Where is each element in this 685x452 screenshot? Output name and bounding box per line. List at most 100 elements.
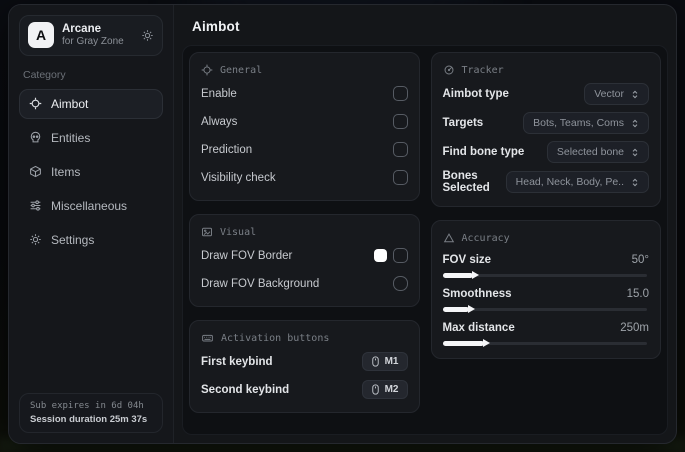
mouse-icon: [371, 356, 380, 367]
setting-label: Bones Selected: [442, 170, 490, 194]
keyboard-icon: [201, 332, 214, 344]
sidebar-item-items[interactable]: Items: [19, 157, 163, 187]
setting-label: Always: [201, 115, 238, 128]
sidebar-item-settings[interactable]: Settings: [19, 225, 163, 255]
main-header: Aimbot: [174, 5, 676, 45]
page-title: Aimbot: [192, 19, 240, 34]
sliders-icon: [29, 199, 42, 212]
setting-label: First keybind: [201, 355, 273, 368]
slider-header: FOV size 50°: [443, 254, 650, 266]
enable-checkbox[interactable]: [392, 86, 408, 101]
setting-label: Smoothness: [442, 288, 512, 300]
setting-label: Visibility check: [201, 171, 276, 184]
chevron-up-down-icon: [631, 147, 639, 158]
slider-header: Max distance 250m: [443, 322, 650, 334]
left-column: General Enable Always Prediction Visibil…: [189, 52, 420, 413]
slider-fill: [442, 305, 476, 313]
setting-label: Enable: [201, 87, 237, 100]
visibility-check-checkbox[interactable]: [392, 170, 408, 185]
tracker-card: Tracker Aimbot type Vector Targets Bots,…: [430, 52, 661, 207]
setting-label: Draw FOV Background: [201, 277, 320, 290]
second-keybind-button[interactable]: M2: [361, 380, 408, 399]
visual-card: Visual Draw FOV Border Draw FOV Backgrou…: [189, 214, 420, 307]
setting-label: Prediction: [201, 143, 253, 156]
setting-row: Bones Selected Head, Neck, Body, Pe..: [442, 170, 649, 194]
smoothness-slider[interactable]: [442, 305, 650, 313]
section-title: Tracker: [461, 64, 504, 76]
slider-fill: [442, 339, 491, 347]
setting-row: Always: [201, 111, 408, 132]
setting-label: FOV size: [442, 254, 492, 266]
keybind-value: M1: [384, 356, 399, 367]
sidebar-item-label: Miscellaneous: [51, 198, 128, 213]
keybind-value: M2: [384, 384, 399, 395]
section-title: Activation buttons: [221, 332, 330, 344]
slider-value: 15.0: [626, 288, 649, 300]
image-icon: [201, 226, 213, 238]
visual-card-header: Visual: [201, 226, 408, 238]
section-title: Visual: [220, 226, 257, 238]
setting-row: Second keybind M2: [201, 379, 408, 400]
sub-expires-text: Sub expires in 6d 04h: [30, 401, 144, 411]
fov-size-slider[interactable]: [442, 271, 650, 279]
sidebar-item-aimbot[interactable]: Aimbot: [19, 88, 163, 119]
gear-icon[interactable]: [141, 29, 154, 42]
slider-fill: [442, 271, 480, 279]
setting-row: Prediction: [201, 139, 408, 160]
brand-card: A Arcane for Gray Zone: [19, 15, 163, 56]
setting-row: Aimbot type Vector: [442, 83, 649, 105]
general-card-header: General: [201, 64, 408, 76]
sidebar: A Arcane for Gray Zone Category Aimbot E…: [9, 5, 174, 443]
cube-icon: [29, 165, 42, 178]
dropdown-value: Vector: [594, 88, 624, 100]
first-keybind-button[interactable]: M1: [361, 352, 408, 371]
radar-icon: [443, 64, 455, 76]
find-bone-type-dropdown[interactable]: Selected bone: [546, 141, 649, 163]
draw-fov-border-checkbox[interactable]: [392, 248, 408, 263]
right-column: Tracker Aimbot type Vector Targets Bots,…: [430, 52, 661, 359]
setting-row: Draw FOV Border: [201, 245, 408, 266]
prediction-checkbox[interactable]: [392, 142, 408, 157]
always-checkbox[interactable]: [392, 114, 408, 129]
sidebar-item-entities[interactable]: Entities: [19, 123, 163, 153]
crosshair-icon: [29, 97, 42, 110]
skull-icon: [29, 131, 42, 144]
max-distance-slider[interactable]: [442, 339, 650, 347]
setting-label: Max distance: [442, 322, 515, 334]
subscription-info: Sub expires in 6d 04h Session duration 2…: [19, 393, 163, 433]
general-card: General Enable Always Prediction Visibil…: [189, 52, 420, 201]
sidebar-item-label: Entities: [51, 130, 91, 145]
aimbot-type-dropdown[interactable]: Vector: [584, 83, 649, 105]
crosshair-icon: [201, 64, 213, 76]
setting-label: Aimbot type: [442, 88, 509, 100]
activation-card: Activation buttons First keybind M1 Seco…: [189, 320, 420, 413]
sidebar-item-label: Aimbot: [51, 96, 89, 111]
draw-fov-background-checkbox[interactable]: [392, 276, 408, 291]
slider-header: Smoothness 15.0: [443, 288, 650, 300]
setting-row: Find bone type Selected bone: [443, 141, 649, 163]
setting-row: Targets Bots, Teams, Coms: [443, 112, 649, 134]
max-distance-setting: Max distance 250m: [442, 322, 650, 347]
app-logo: A: [28, 22, 54, 49]
section-title: Accuracy: [461, 232, 510, 244]
slider-value: 250m: [620, 322, 649, 334]
targets-dropdown[interactable]: Bots, Teams, Coms: [523, 112, 649, 134]
chevron-up-down-icon: [631, 118, 639, 129]
setting-row: Visibility check: [201, 167, 408, 188]
sidebar-item-label: Settings: [51, 232, 95, 247]
smoothness-setting: Smoothness 15.0: [442, 288, 650, 313]
setting-row: Enable: [201, 83, 408, 104]
content-panel: General Enable Always Prediction Visibil…: [182, 45, 668, 435]
brand-text: Arcane for Gray Zone: [62, 22, 124, 49]
bones-selected-dropdown[interactable]: Head, Neck, Body, Pe..: [505, 171, 649, 193]
mouse-icon: [371, 384, 380, 395]
sidebar-item-miscellaneous[interactable]: Miscellaneous: [19, 191, 163, 221]
chevron-up-down-icon: [631, 89, 639, 100]
section-title: General: [220, 64, 263, 76]
activation-card-header: Activation buttons: [201, 332, 408, 344]
fov-border-color-swatch[interactable]: [373, 249, 387, 262]
triangle-icon: [443, 232, 455, 244]
main-area: Aimbot General Enable Always Prediction …: [174, 5, 676, 443]
setting-label: Second keybind: [201, 383, 290, 396]
chevron-up-down-icon: [631, 177, 639, 188]
